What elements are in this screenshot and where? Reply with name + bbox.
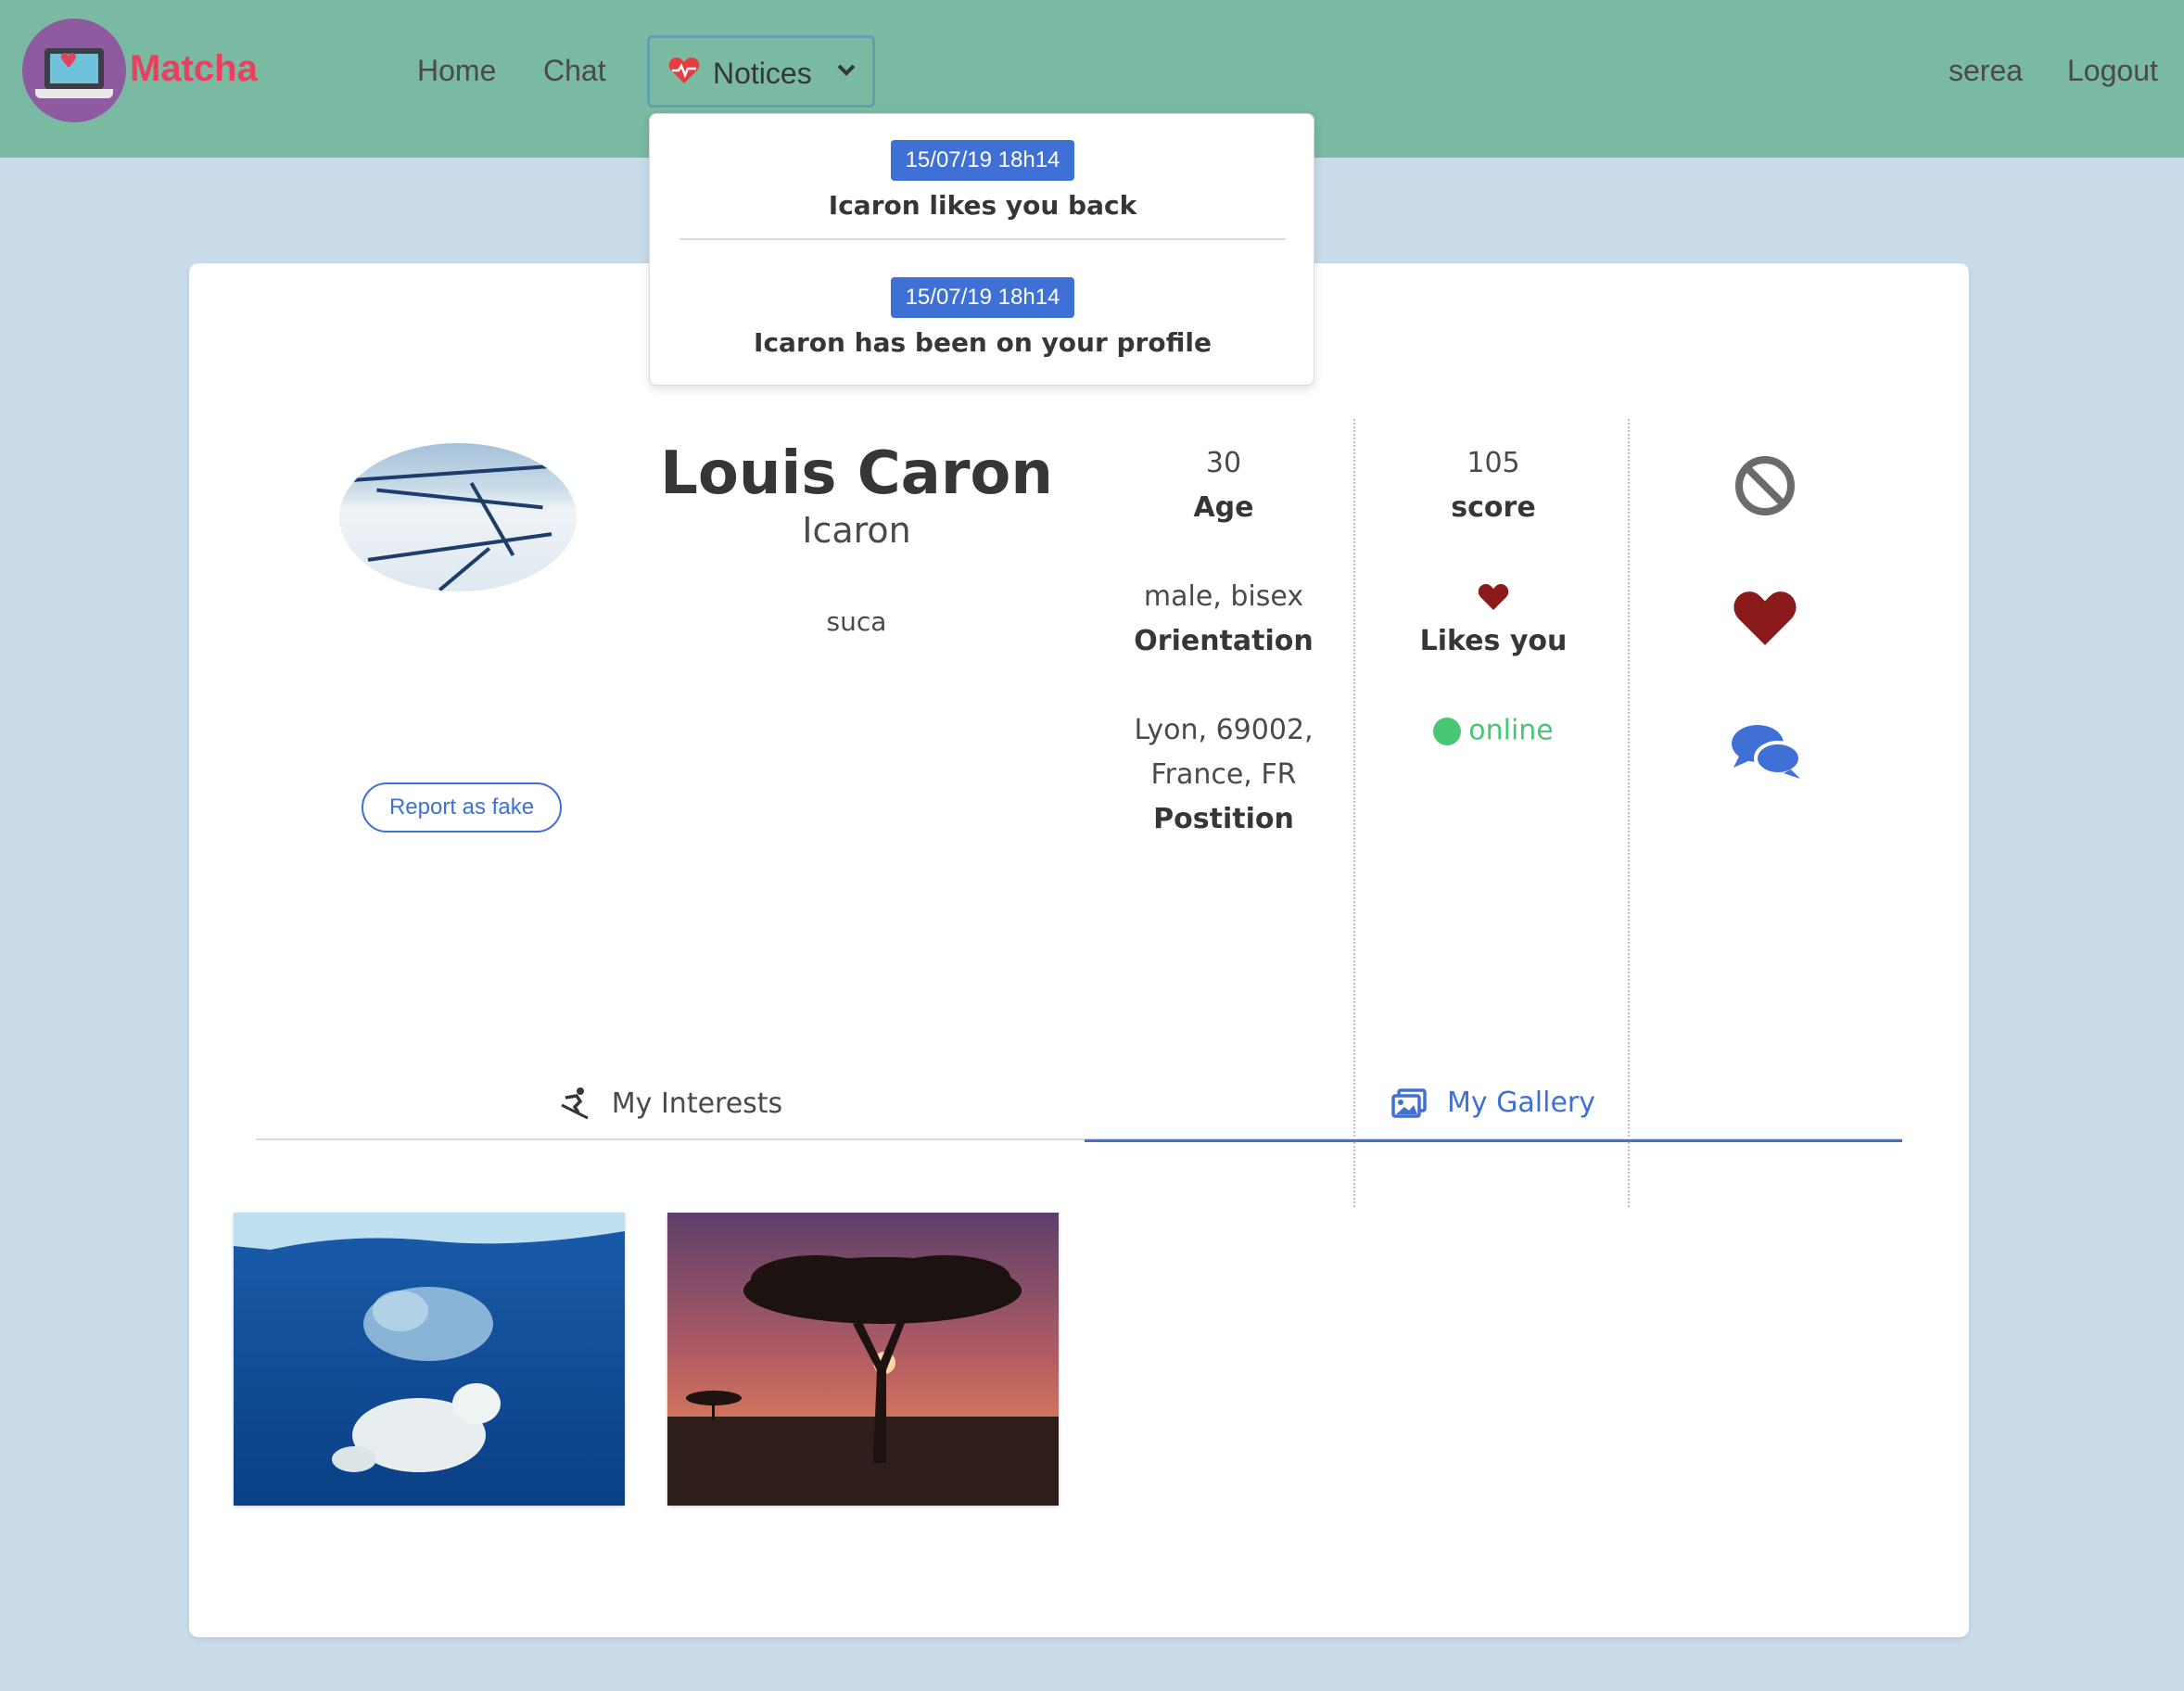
brand-name[interactable]: Matcha (130, 48, 258, 90)
heart-icon (1478, 584, 1509, 610)
report-fake-button[interactable]: Report as fake (362, 782, 562, 833)
orientation-label: Orientation (1134, 625, 1314, 657)
heart-pulse-icon (668, 57, 700, 89)
position-value-line1: Lyon, 69002, (1134, 714, 1314, 746)
position-label: Postition (1153, 803, 1294, 835)
score-value: 105 (1467, 447, 1520, 479)
nav-user[interactable]: serea (1949, 54, 2023, 88)
laptop-icon: ♥ (44, 48, 104, 89)
notification-item[interactable]: 15/07/19 18h14 Icaron likes you back (650, 140, 1315, 221)
gallery-photo-acacia-sunset[interactable] (667, 1213, 1059, 1506)
chevron-down-icon (837, 64, 856, 76)
notification-date: 15/07/19 18h14 (890, 277, 1075, 318)
images-icon (1391, 1087, 1427, 1118)
tab-gallery-label: My Gallery (1446, 1087, 1596, 1119)
likes-you-label: Likes you (1419, 625, 1568, 657)
position-stat: Lyon, 69002, France, FR Postition (1085, 708, 1363, 842)
notices-dropdown: 15/07/19 18h14 Icaron likes you back 15/… (649, 113, 1314, 386)
logo[interactable]: ♥ (22, 19, 126, 122)
notices-dropdown-button[interactable]: Notices (647, 35, 875, 108)
notices-label: Notices (713, 57, 812, 90)
gallery-photo-polar-bear[interactable] (234, 1213, 625, 1506)
divider (679, 238, 1286, 240)
profile-card: Report as fake Louis Caron Icaron suca 3… (189, 263, 1969, 1637)
likes-you-stat: Likes you (1359, 575, 1628, 664)
orientation-stat: male, bisex Orientation (1085, 575, 1363, 664)
online-status-icon (1433, 717, 1462, 745)
nav-chat[interactable]: Chat (543, 54, 606, 88)
score-stat: 105 score (1359, 441, 1628, 530)
age-value: 30 (1205, 447, 1242, 479)
profile-bio: suca (826, 606, 887, 637)
profile-tabs: My Interests My Gallery (256, 1066, 1902, 1142)
position-value-line2: France, FR (1150, 758, 1297, 791)
age-stat: 30 Age (1085, 441, 1363, 530)
orientation-value: male, bisex (1143, 580, 1304, 613)
block-icon[interactable] (1733, 454, 1797, 517)
profile-username: Icaron (802, 510, 911, 551)
avatar (339, 443, 577, 591)
online-status-text: online (1468, 714, 1554, 747)
tab-gallery[interactable]: My Gallery (1085, 1066, 1902, 1142)
status-stat: online (1359, 708, 1628, 754)
notification-message: Icaron likes you back (828, 190, 1137, 221)
skiing-icon (561, 1087, 589, 1120)
chat-bubbles-icon[interactable] (1730, 721, 1802, 781)
nav-home[interactable]: Home (417, 54, 496, 88)
score-label: score (1451, 491, 1536, 524)
notification-message: Icaron has been on your profile (754, 327, 1212, 358)
tab-interests-label: My Interests (611, 1087, 783, 1120)
notification-item[interactable]: 15/07/19 18h14 Icaron has been on your p… (650, 277, 1315, 358)
logout-link[interactable]: Logout (2067, 54, 2158, 88)
profile-name: Louis Caron (660, 439, 1053, 508)
age-label: Age (1193, 491, 1254, 524)
tab-interests[interactable]: My Interests (256, 1066, 1085, 1140)
heart-like-icon[interactable] (1732, 590, 1798, 647)
notification-date: 15/07/19 18h14 (890, 140, 1075, 181)
